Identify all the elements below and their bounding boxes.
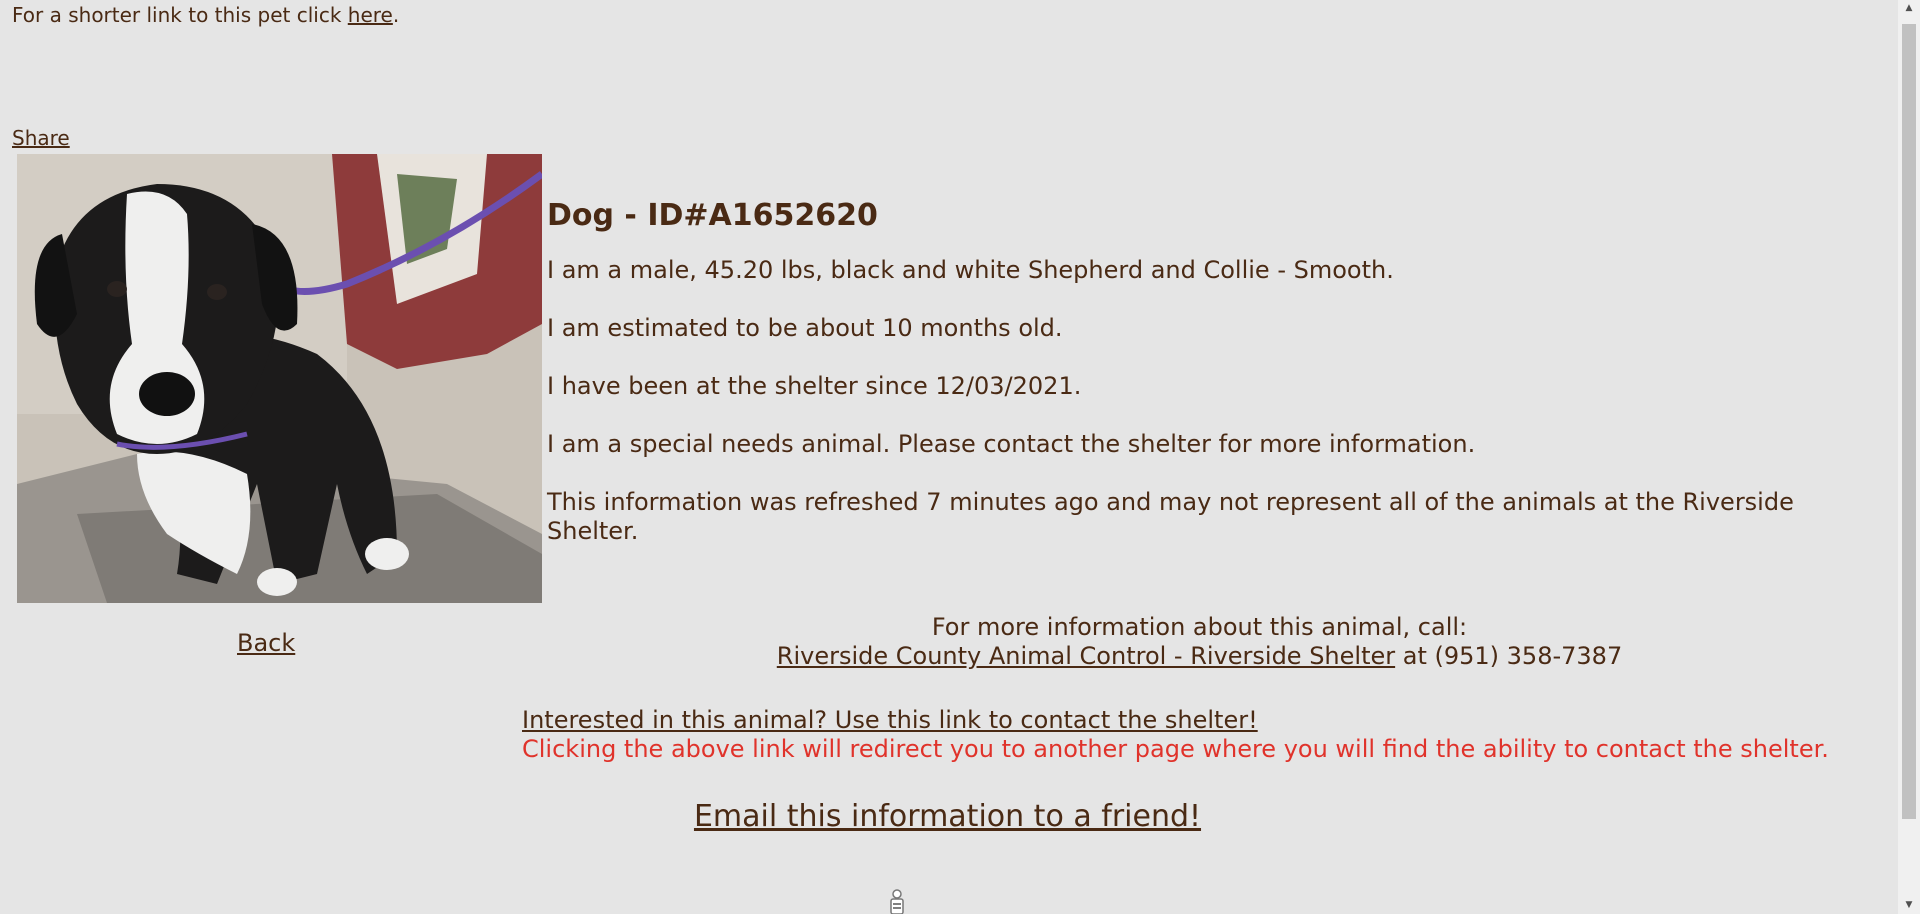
- pet-photo: [17, 154, 542, 603]
- email-section: Email this information to a friend!: [0, 798, 1895, 836]
- spinner-icon: [888, 888, 906, 914]
- back-link[interactable]: Back: [237, 628, 295, 658]
- here-link[interactable]: here: [348, 3, 393, 27]
- shorter-link-text: For a shorter link to this pet click: [12, 3, 348, 27]
- scroll-thumb[interactable]: [1902, 24, 1916, 819]
- interested-section: Interested in this animal? Use this link…: [522, 706, 1829, 764]
- scroll-up-arrow-icon[interactable]: ▲: [1898, 0, 1920, 17]
- animal-age: I am estimated to be about 10 months old…: [547, 314, 1063, 342]
- contact-line: Riverside County Animal Control - Rivers…: [547, 642, 1852, 671]
- contact-at: at: [1395, 642, 1435, 670]
- vertical-scrollbar[interactable]: ▲ ▼: [1898, 0, 1920, 914]
- redirect-warning: Clicking the above link will redirect yo…: [522, 735, 1829, 763]
- shorter-link-line: For a shorter link to this pet click her…: [12, 3, 399, 27]
- animal-details: Dog - ID#A1652620 I am a male, 45.20 lbs…: [547, 196, 1847, 546]
- special-needs-note: I am a special needs animal. Please cont…: [547, 430, 1476, 458]
- email-friend-link[interactable]: Email this information to a friend!: [694, 799, 1201, 834]
- share-link[interactable]: Share: [12, 126, 70, 150]
- refresh-notice: This information was refreshed 7 minutes…: [547, 488, 1794, 545]
- shelter-phone: (951) 358-7387: [1434, 642, 1623, 670]
- shorter-link-period: .: [392, 3, 400, 27]
- contact-info: For more information about this animal, …: [547, 613, 1852, 671]
- animal-title: Dog - ID#A1652620: [547, 198, 878, 233]
- contact-shelter-link[interactable]: Interested in this animal? Use this link…: [522, 706, 1258, 734]
- pet-detail-page: For a shorter link to this pet click her…: [0, 0, 1898, 914]
- animal-description: I am a male, 45.20 lbs, black and white …: [547, 256, 1394, 284]
- dog-photo-illustration: [17, 154, 542, 603]
- animal-intake-date: I have been at the shelter since 12/03/2…: [547, 372, 1082, 400]
- scroll-down-arrow-icon[interactable]: ▼: [1898, 897, 1920, 914]
- contact-intro: For more information about this animal, …: [931, 613, 1468, 641]
- shelter-link[interactable]: Riverside County Animal Control - Rivers…: [777, 642, 1395, 670]
